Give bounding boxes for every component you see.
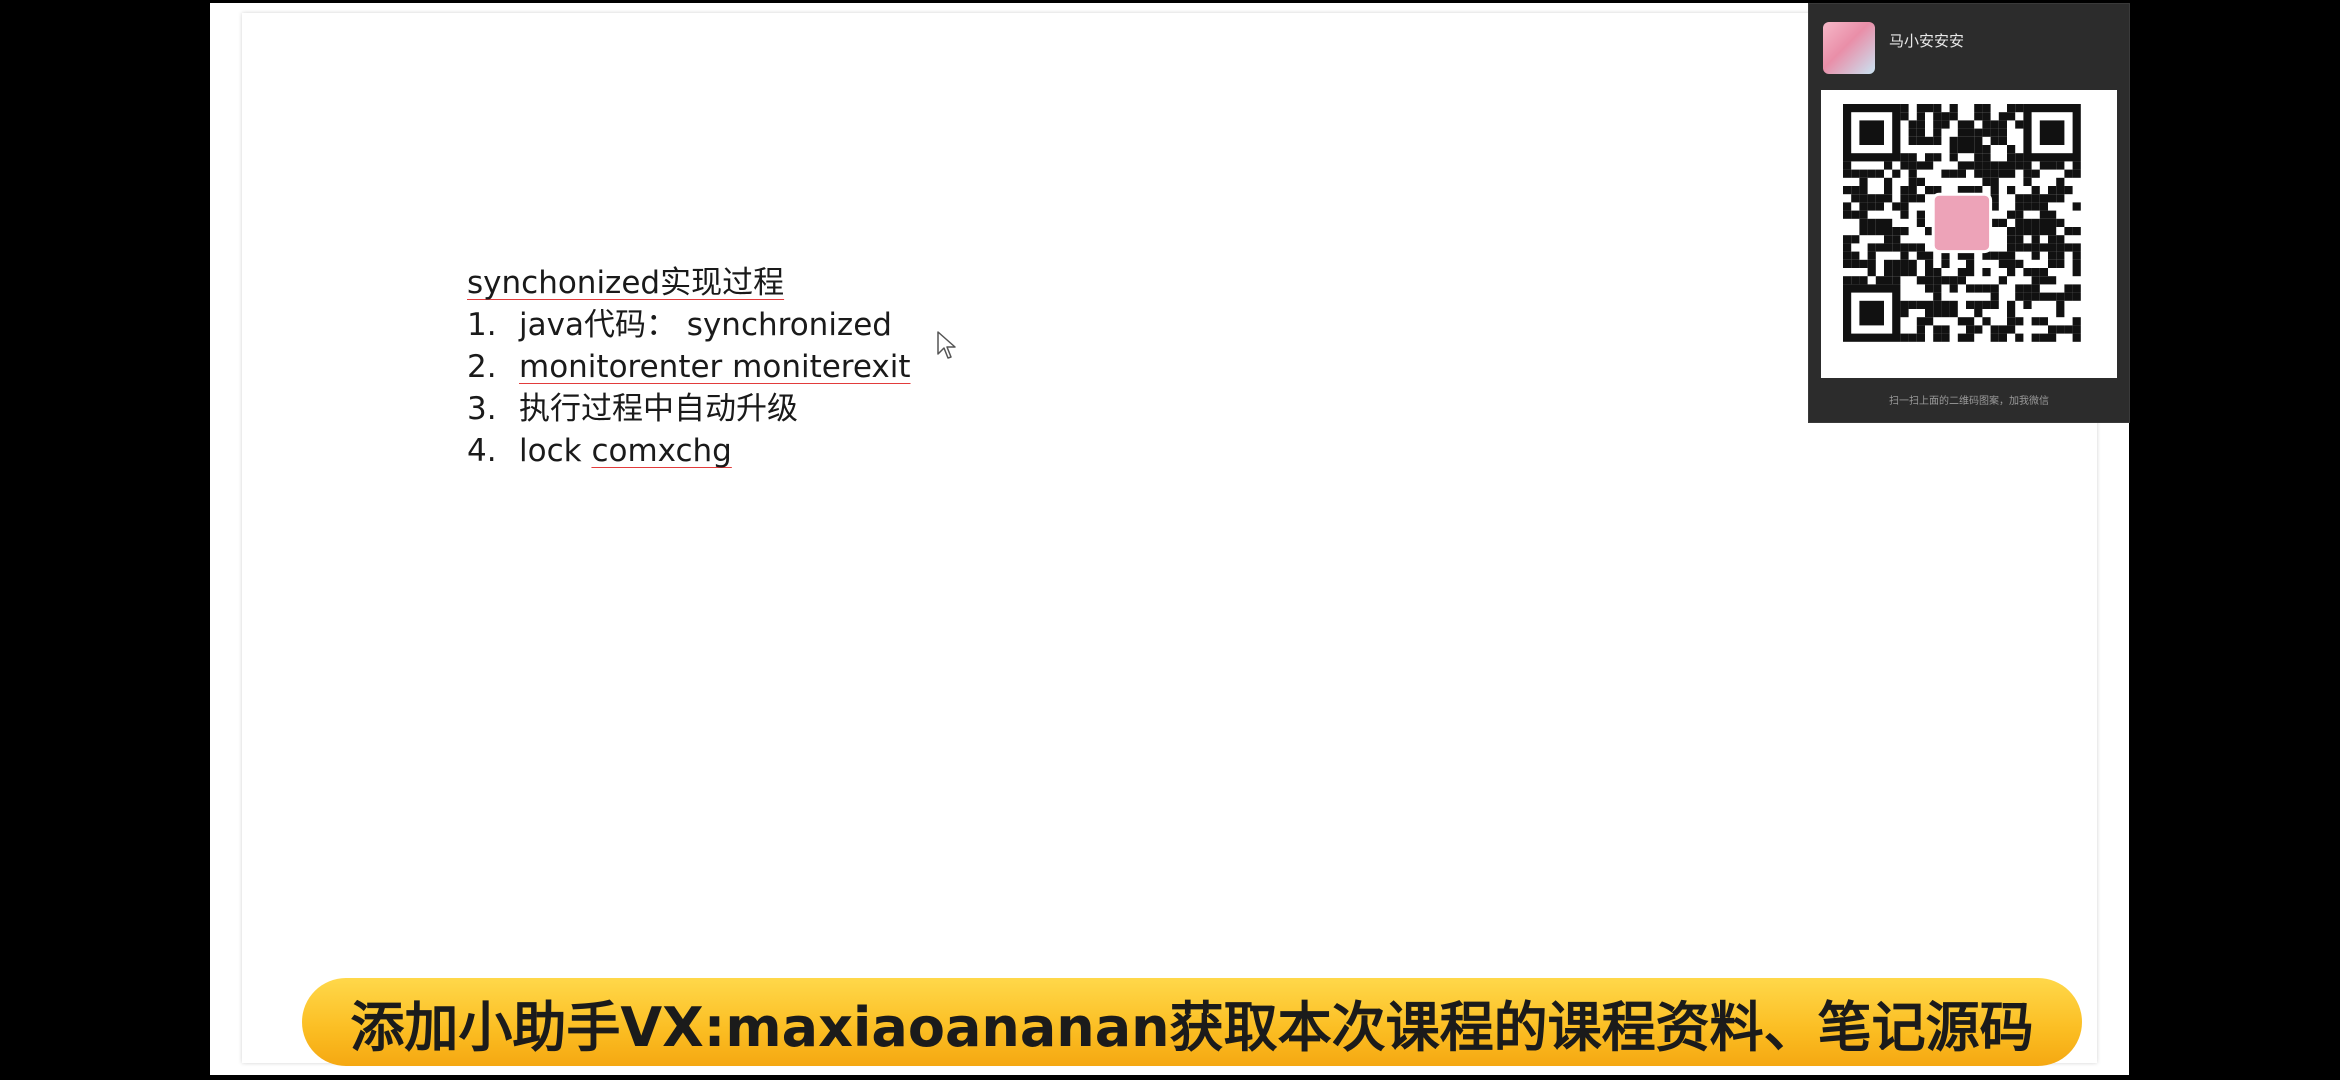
qr-code-icon [1843,104,2081,342]
list-number: 4. [467,433,497,469]
slide-title: synchonized实现过程 [467,265,785,301]
list-number: 3. [467,391,497,427]
list-number: 1. [467,307,497,343]
slide-content: synchonized实现过程 1. java代码： synchronized … [467,262,911,472]
steps-list: 1. java代码： synchronized 2. monitorenter … [467,304,911,472]
mouse-pointer-icon [937,331,956,359]
list-item: 1. java代码： synchronized [467,304,911,346]
list-item: 4. lock comxchg [467,430,911,472]
promo-banner: 添加小助手VX:maxiaoananan获取本次课程的课程资料、笔记源码 [302,978,2082,1066]
list-text: monitorenter moniterexit [519,349,911,385]
list-text-part: lock [519,433,592,469]
avatar [1823,22,1875,74]
list-text: java代码： synchronized [519,307,892,343]
qr-caption: 扫一扫上面的二维码图案，加我微信 [1889,396,2049,407]
list-text: lock comxchg [519,430,732,472]
qr-account-name: 马小安安安 [1889,32,1965,50]
list-item: 2. monitorenter moniterexit [467,346,911,388]
list-number: 2. [467,349,497,385]
list-text: 执行过程中自动升级 [519,391,798,427]
qr-popup: 马小安安安 扫一扫上面的二维码图案，加我微信 [1808,3,2130,423]
list-text-part: comxchg [591,433,732,469]
qr-code-card [1821,90,2117,378]
list-item: 3. 执行过程中自动升级 [467,388,911,430]
